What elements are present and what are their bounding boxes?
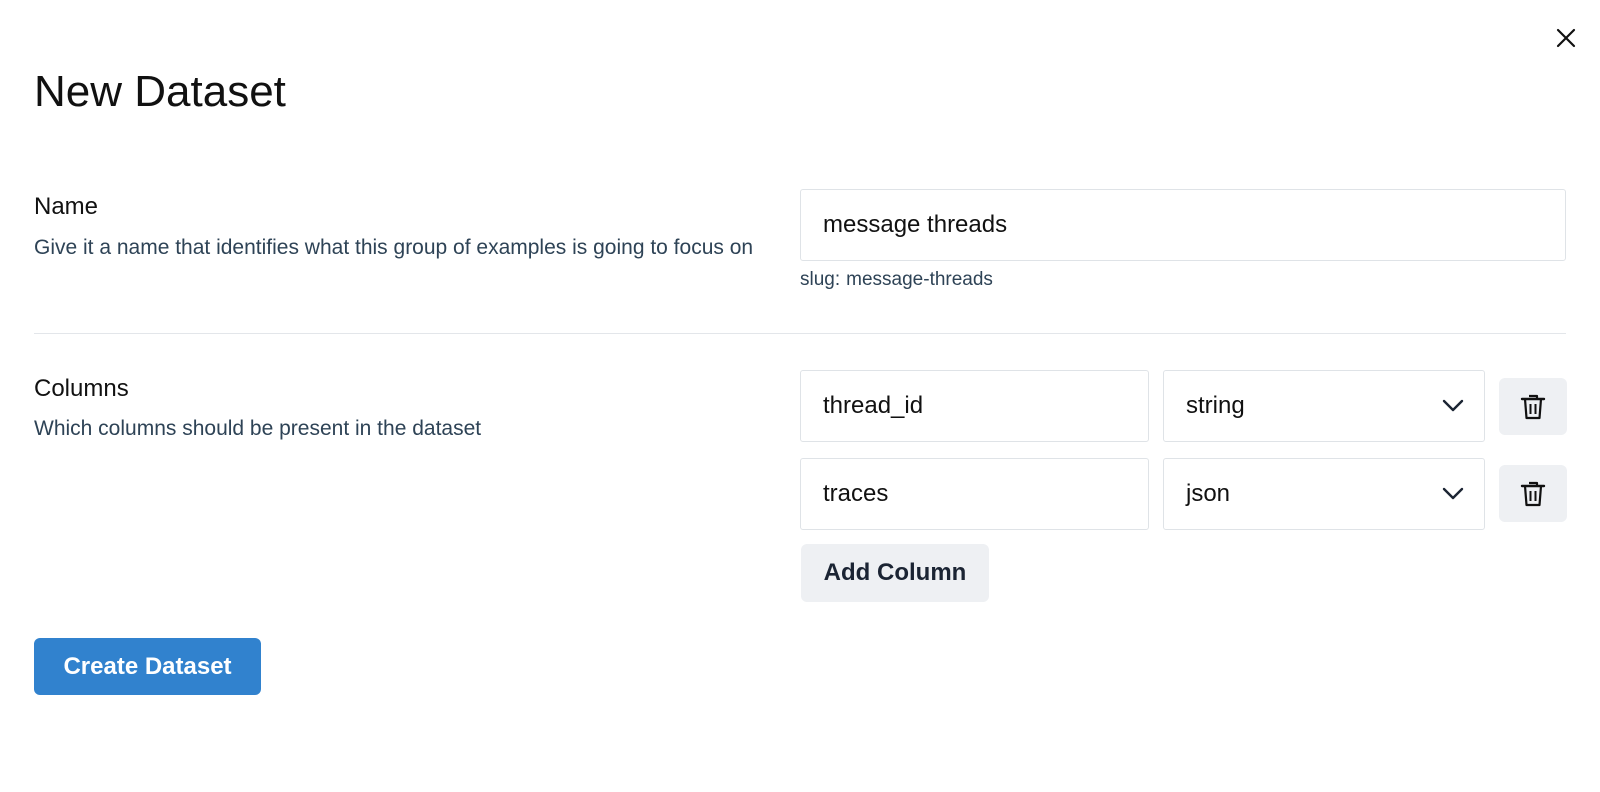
chevron-down-icon xyxy=(1442,399,1464,412)
column-name-input[interactable] xyxy=(800,370,1149,442)
column-type-value: string xyxy=(1186,392,1245,419)
columns-section-description: Which columns should be present in the d… xyxy=(34,417,482,440)
dialog-title: New Dataset xyxy=(34,67,286,116)
trash-icon xyxy=(1520,481,1546,506)
trash-icon xyxy=(1520,394,1546,419)
slug-text: slug: message-threads xyxy=(800,268,993,292)
slug-prefix: slug: xyxy=(800,269,841,290)
column-type-value: json xyxy=(1186,480,1231,507)
column-type-select[interactable]: json xyxy=(1163,458,1485,530)
name-section-label: Name xyxy=(34,193,99,220)
delete-column-button[interactable] xyxy=(1499,465,1567,522)
chevron-down-icon xyxy=(1442,487,1464,500)
slug-value: message-threads xyxy=(846,269,993,290)
close-button[interactable] xyxy=(1552,24,1580,52)
name-section-description: Give it a name that identifies what this… xyxy=(34,236,754,259)
add-column-button[interactable]: Add Column xyxy=(801,544,989,602)
section-divider xyxy=(34,333,1566,334)
create-dataset-button[interactable]: Create Dataset xyxy=(34,638,261,695)
close-icon xyxy=(1556,28,1576,48)
delete-column-button[interactable] xyxy=(1499,378,1567,435)
dataset-name-input[interactable] xyxy=(800,189,1566,261)
column-name-input[interactable] xyxy=(800,458,1149,530)
columns-section-label: Columns xyxy=(34,375,129,402)
new-dataset-dialog: New Dataset Name Give it a name that ide… xyxy=(0,0,1600,792)
column-type-select[interactable]: string xyxy=(1163,370,1485,442)
